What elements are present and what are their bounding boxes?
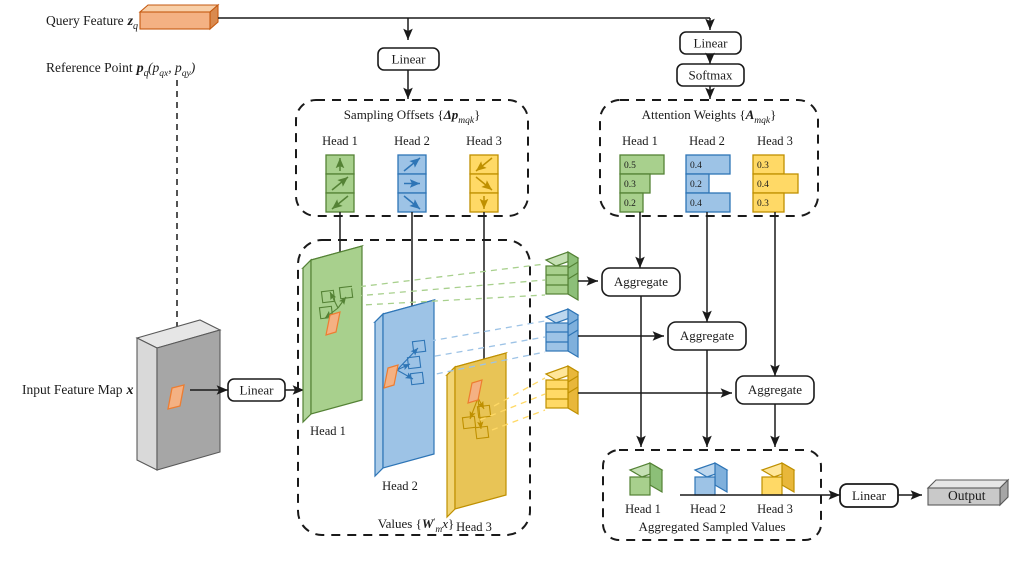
offsets-head-3-column [469,154,499,213]
weight-value: 0.4 [690,161,702,171]
offsets-head-1-column [325,154,355,213]
linear-input-box[interactable]: Linear [227,378,286,402]
reference-coords-label: (pqx, pqy) [148,60,196,79]
offsets-head-3-label: Head 3 [466,134,502,148]
weights-head-2-bars: 0.4 0.2 0.4 [685,154,731,213]
weights-head-2-label: Head 2 [689,134,725,148]
output-label: Output [948,488,986,503]
aggregated-head-2-label: Head 2 [690,502,726,516]
aggregate-box-3[interactable]: Aggregate [735,375,815,405]
linear-output-box[interactable]: Linear [839,483,899,508]
weights-head-1-label: Head 1 [622,134,658,148]
values-head-3-label: Head 3 [456,520,492,534]
linear-output-label: Linear [852,488,887,503]
aggregated-head-1-label: Head 1 [625,502,661,516]
sampled-values-head-3-stack [544,364,580,416]
aggregate-1-label: Aggregate [614,274,668,289]
offsets-head-1-label: Head 1 [322,134,358,148]
aggregated-cube-head-3 [760,461,796,496]
deformable-attention-diagram: Query Feature zq Linear Linear Softmax Re… [22,3,1010,541]
offsets-head-2-column [397,154,427,213]
aggregated-head-3-label: Head 3 [757,502,793,516]
sampling-offsets-title: Sampling Offsets {Δpmqk} [344,107,481,126]
weight-value: 0.5 [624,161,636,171]
query-routing-lines [218,17,715,41]
weight-value: 0.4 [690,199,702,209]
weight-value: 0.3 [757,161,769,171]
aggregated-cube-head-2 [693,461,729,496]
weight-value: 0.2 [690,180,702,190]
sampling-lines-head-1 [343,263,546,307]
values-head-2-plane [372,298,437,478]
weights-head-1-bars: 0.5 0.3 0.2 [619,154,665,213]
aggregate-2-label: Aggregate [680,328,734,343]
weight-value: 0.2 [624,199,636,209]
values-head-1-plane [300,244,365,424]
linear-offsets-label: Linear [392,52,427,67]
sampled-values-head-2-stack [544,307,580,359]
linear-attention-label: Linear [694,36,729,51]
reference-point-label: Reference Point pq [46,60,149,79]
values-head-1-label: Head 1 [310,424,346,438]
input-feature-map-label: Input Feature Map x [22,382,133,398]
linear-offsets-box[interactable]: Linear [377,47,440,71]
diagram-canvas: Query Feature zq Linear Linear Softmax Re… [0,0,1015,562]
values-head-3-plane [444,351,509,519]
linear-input-label: Linear [240,383,275,398]
aggregate-box-1[interactable]: Aggregate [601,267,681,297]
aggregated-values-title: Aggregated Sampled Values [638,519,785,534]
aggregate-box-2[interactable]: Aggregate [667,321,747,351]
offsets-head-2-label: Head 2 [394,134,430,148]
weight-value: 0.3 [757,199,769,209]
values-head-2-label: Head 2 [382,479,418,493]
query-feature-bar [138,3,220,31]
sampled-values-head-1-stack [544,250,580,302]
linear-attention-box[interactable]: Linear [679,31,742,55]
weight-value: 0.3 [624,180,636,190]
softmax-label: Softmax [688,68,733,83]
weights-head-3-label: Head 3 [757,134,793,148]
query-feature-label: Query Feature zq [46,13,138,32]
aggregate-3-label: Aggregate [748,382,802,397]
values-title: Values {W′mx} [378,516,455,535]
softmax-box[interactable]: Softmax [676,63,745,87]
attention-weights-title: Attention Weights {Amqk} [642,107,777,126]
weight-value: 0.4 [757,180,769,190]
aggregated-cube-head-1 [628,461,664,496]
aggregate-chain-lines [636,296,780,448]
weights-head-3-bars: 0.3 0.4 0.3 [752,154,799,213]
